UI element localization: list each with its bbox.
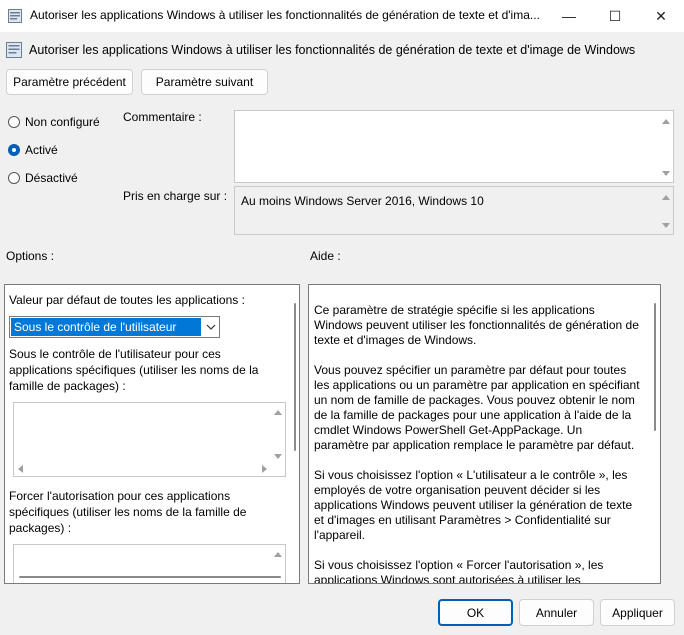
- previous-setting-button[interactable]: Paramètre précédent: [6, 69, 133, 95]
- comment-scrollbar[interactable]: [659, 111, 673, 182]
- user-control-hscrollbar[interactable]: [14, 463, 271, 476]
- help-paragraph: Si vous choisissez l'option « Forcer l'a…: [314, 558, 604, 584]
- scroll-up-icon[interactable]: [274, 410, 282, 415]
- options-panel-hscroll-thumb[interactable]: [19, 576, 281, 578]
- apply-button[interactable]: Appliquer: [600, 599, 675, 626]
- policy-icon: [8, 9, 22, 23]
- help-text: Ce paramètre de stratégie spécifie si le…: [314, 303, 640, 584]
- supported-scrollbar[interactable]: [659, 187, 673, 234]
- next-setting-button[interactable]: Paramètre suivant: [141, 69, 268, 95]
- comment-field[interactable]: [234, 110, 674, 183]
- scroll-down-icon[interactable]: [274, 454, 282, 459]
- radio-label: Non configuré: [25, 115, 100, 129]
- scroll-up-icon[interactable]: [662, 119, 670, 124]
- force-allow-label: Forcer l'autorisation pour ces applicati…: [9, 489, 247, 535]
- scroll-down-icon[interactable]: [662, 171, 670, 176]
- radio-indicator: [8, 116, 20, 128]
- maximize-button[interactable]: ☐: [592, 0, 638, 32]
- user-control-list[interactable]: [13, 402, 286, 477]
- scroll-down-icon[interactable]: [662, 223, 670, 228]
- user-control-vscrollbar[interactable]: [271, 403, 285, 463]
- comment-label: Commentaire :: [123, 110, 202, 124]
- help-scroll-thumb[interactable]: [654, 303, 656, 431]
- options-panel-scroll-thumb[interactable]: [294, 303, 296, 451]
- cancel-button[interactable]: Annuler: [519, 599, 594, 626]
- radio-not-configured[interactable]: Non configuré: [8, 115, 100, 129]
- scroll-left-icon[interactable]: [18, 465, 23, 473]
- scroll-up-icon[interactable]: [274, 552, 282, 557]
- default-label: Valeur par défaut de toutes les applicat…: [9, 293, 245, 307]
- options-panel: Valeur par défaut de toutes les applicat…: [4, 284, 300, 584]
- minimize-button[interactable]: —: [546, 0, 592, 32]
- supported-label: Pris en charge sur :: [123, 189, 228, 203]
- default-select-value: Sous le contrôle de l'utilisateur: [11, 318, 201, 336]
- radio-label: Désactivé: [25, 171, 78, 185]
- help-paragraph: Si vous choisissez l'option « L'utilisat…: [314, 468, 633, 542]
- help-label: Aide :: [310, 249, 341, 263]
- default-select[interactable]: Sous le contrôle de l'utilisateur: [9, 316, 220, 338]
- radio-indicator: [8, 144, 20, 156]
- radio-label: Activé: [25, 143, 58, 157]
- help-paragraph: Vous pouvez spécifier un paramètre par d…: [314, 363, 640, 452]
- minimize-icon: —: [562, 8, 576, 24]
- help-paragraph: Ce paramètre de stratégie spécifie si le…: [314, 303, 639, 347]
- force-allow-list[interactable]: [13, 544, 286, 583]
- window-title: Autoriser les applications Windows à uti…: [30, 8, 540, 22]
- supported-field: Au moins Windows Server 2016, Windows 10: [234, 186, 674, 235]
- title-bar: Autoriser les applications Windows à uti…: [0, 0, 684, 32]
- close-icon: ✕: [655, 7, 667, 24]
- options-label: Options :: [6, 249, 55, 263]
- chevron-down-icon: [206, 324, 216, 330]
- setting-icon: [6, 42, 22, 58]
- ok-button[interactable]: OK: [438, 599, 513, 626]
- scroll-up-icon[interactable]: [662, 195, 670, 200]
- radio-enabled[interactable]: Activé: [8, 143, 58, 157]
- radio-indicator: [8, 172, 20, 184]
- scroll-right-icon[interactable]: [262, 465, 267, 473]
- setting-name: Autoriser les applications Windows à uti…: [29, 43, 636, 57]
- maximize-icon: ☐: [608, 7, 622, 24]
- supported-value: Au moins Windows Server 2016, Windows 10: [241, 194, 484, 208]
- close-button[interactable]: ✕: [638, 0, 684, 32]
- user-control-label: Sous le contrôle de l'utilisateur pour c…: [9, 347, 259, 393]
- radio-disabled[interactable]: Désactivé: [8, 171, 78, 185]
- help-panel: Ce paramètre de stratégie spécifie si le…: [308, 284, 661, 584]
